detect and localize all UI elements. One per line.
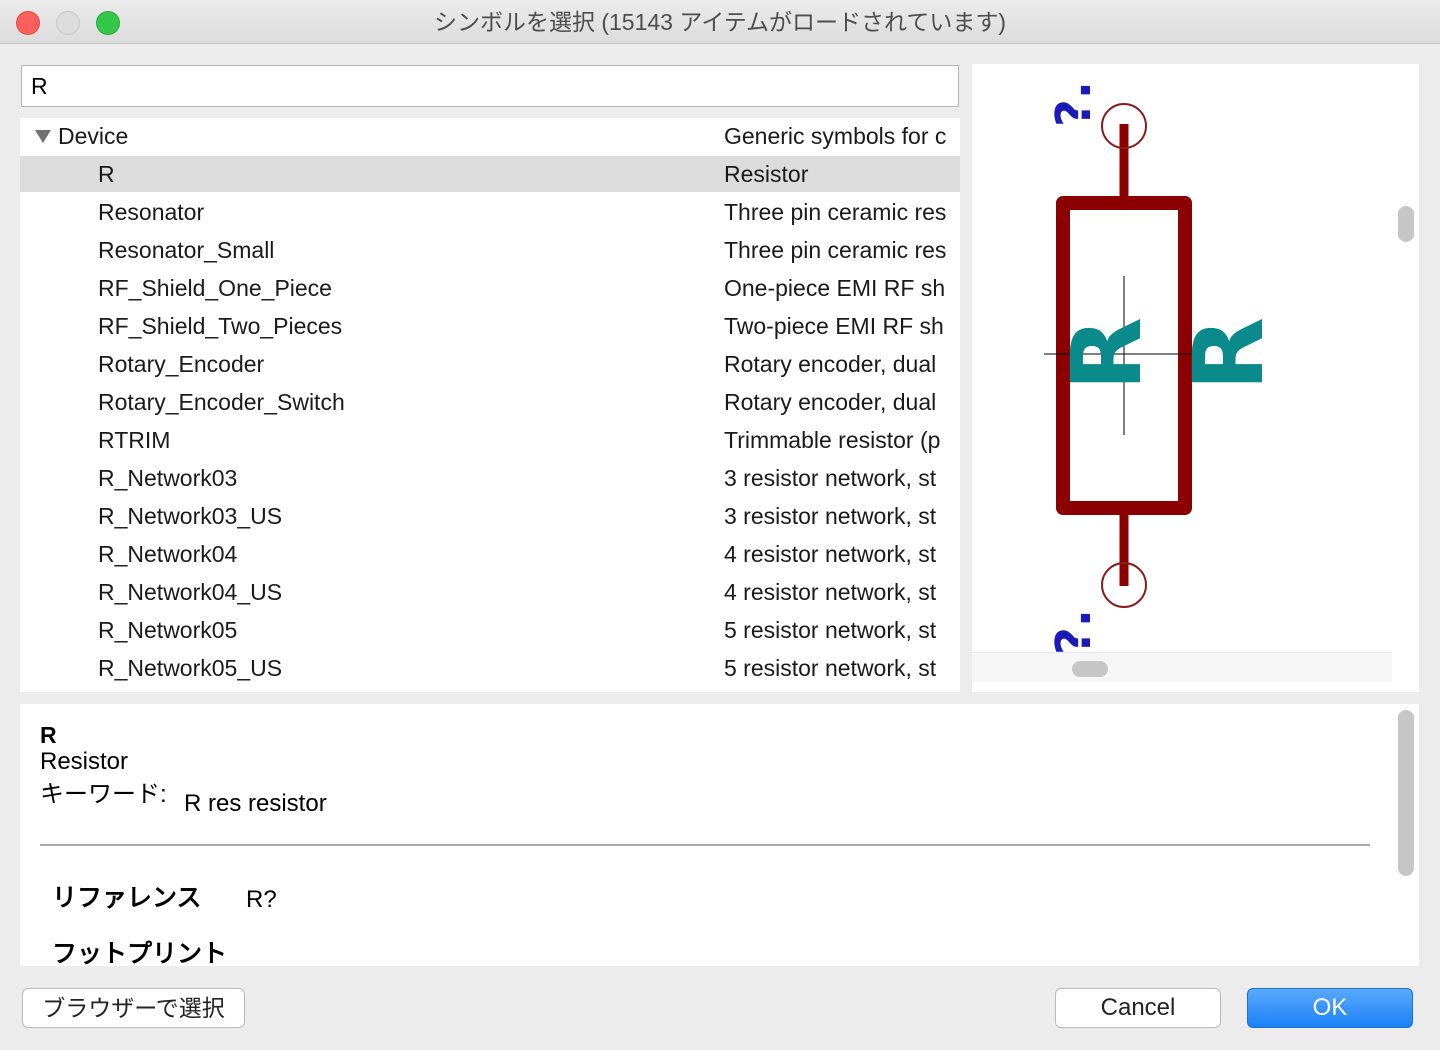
symbol-description: Three pin ceramic res	[724, 199, 947, 225]
symbol-description: Rotary encoder, dual	[724, 351, 937, 377]
tree-row[interactable]: R_Network03 3 resistor network, st	[20, 460, 960, 496]
symbol-name: R_Network04	[98, 541, 238, 567]
window-title: シンボルを選択 (15143 アイテムがロードされています)	[433, 9, 1007, 35]
symbol-name: Rotary_Encoder_Switch	[98, 389, 345, 415]
tree-row[interactable]: Resonator_Small Three pin ceramic res	[20, 232, 960, 268]
symbol-description: 3 resistor network, st	[724, 503, 937, 529]
tree-row[interactable]: R_Network04 4 resistor network, st	[20, 536, 960, 572]
symbol-name: R_Network05	[98, 617, 238, 643]
symbol-name: R_Network05_US	[98, 655, 283, 681]
symbol-name: R_Network03_US	[98, 503, 283, 529]
symbol-name: Resonator_Small	[98, 237, 275, 263]
tree-row[interactable]: R Resistor	[20, 156, 960, 192]
resistor-symbol-preview: ?. ?. R R	[1044, 81, 1285, 652]
info-separator	[40, 844, 1370, 846]
info-symbol-name: R	[40, 722, 57, 748]
tree-row[interactable]: RF_Shield_Two_Pieces Two-piece EMI RF sh	[20, 308, 960, 344]
tree-group-device[interactable]: Device Generic symbols for c	[20, 118, 960, 154]
field-label-footprint: フットプリント	[52, 940, 228, 966]
symbol-description: One-piece EMI RF sh	[724, 275, 946, 301]
value-label-outside: R	[1173, 317, 1285, 391]
preview-horizontal-scrollbar[interactable]	[1072, 661, 1108, 677]
tree-row[interactable]: Rotary_Encoder_Switch Rotary encoder, du…	[20, 384, 960, 420]
tree-row[interactable]: RF_Shield_One_Piece One-piece EMI RF sh	[20, 270, 960, 306]
preview-horizontal-scrollbar-track[interactable]	[972, 652, 1392, 682]
reference-label-bottom: ?.	[1046, 609, 1102, 652]
symbol-name: RF_Shield_One_Piece	[98, 275, 332, 301]
tree-row[interactable]: R_Network05_US 5 resistor network, st	[20, 650, 960, 686]
symbol-description: Trimmable resistor (p	[724, 427, 941, 453]
tree-row[interactable]: R_Network05 5 resistor network, st	[20, 612, 960, 648]
title-bar: シンボルを選択 (15143 アイテムがロードされています)	[0, 0, 1440, 44]
symbol-name: Resonator	[98, 199, 205, 225]
tree-row[interactable]: R_Network03_US 3 resistor network, st	[20, 498, 960, 534]
symbol-description: Rotary encoder, dual	[724, 389, 937, 415]
symbol-description: 3 resistor network, st	[724, 465, 937, 491]
symbol-preview-canvas[interactable]: ?. ?. R R	[972, 64, 1419, 692]
tree-row[interactable]: Resonator Three pin ceramic res	[20, 194, 960, 230]
symbol-name: RF_Shield_Two_Pieces	[98, 313, 343, 339]
field-label-reference: リファレンス	[52, 884, 202, 912]
symbol-name: Rotary_Encoder	[98, 351, 265, 377]
value-label-inside: R	[1051, 317, 1163, 391]
expand-triangle-icon[interactable]	[35, 130, 51, 143]
symbol-name: R_Network04_US	[98, 579, 283, 605]
symbol-description: 4 resistor network, st	[724, 541, 937, 567]
symbol-description: 4 resistor network, st	[724, 579, 937, 605]
symbol-name: RTRIM	[98, 427, 171, 453]
symbol-description: Three pin ceramic res	[724, 237, 947, 263]
symbol-description: 5 resistor network, st	[724, 617, 937, 643]
symbol-info-panel: R Resistor キーワード: R res resistor リファレンス …	[20, 704, 1419, 966]
field-value-reference: R?	[246, 886, 277, 913]
info-keywords-value: R res resistor	[184, 790, 327, 817]
symbol-name: R_Network03	[98, 465, 238, 491]
tree-row[interactable]: RTRIM Trimmable resistor (p	[20, 422, 960, 458]
symbol-description: 5 resistor network, st	[724, 655, 937, 681]
symbol-name: R	[98, 161, 115, 187]
tree-group-description: Generic symbols for c	[724, 123, 947, 149]
cancel-button[interactable]: Cancel	[1055, 988, 1221, 1028]
reference-label-top: ?.	[1046, 81, 1102, 127]
preview-vertical-scrollbar[interactable]	[1398, 206, 1414, 242]
symbol-filter-input[interactable]	[21, 65, 959, 107]
symbol-tree[interactable]: Device Generic symbols for c R Resistor …	[20, 118, 960, 692]
tree-row[interactable]: R_Network04_US 4 resistor network, st	[20, 574, 960, 610]
tree-row[interactable]: Rotary_Encoder Rotary encoder, dual	[20, 346, 960, 382]
symbol-description: Resistor	[724, 161, 809, 187]
ok-button[interactable]: OK	[1247, 988, 1413, 1028]
info-vertical-scrollbar[interactable]	[1398, 710, 1414, 876]
symbol-description: Two-piece EMI RF sh	[724, 313, 944, 339]
info-symbol-description: Resistor	[40, 748, 129, 775]
info-keywords-label: キーワード:	[40, 781, 167, 808]
select-with-browser-button[interactable]: ブラウザーで選択	[22, 988, 245, 1028]
tree-group-name: Device	[58, 123, 129, 149]
